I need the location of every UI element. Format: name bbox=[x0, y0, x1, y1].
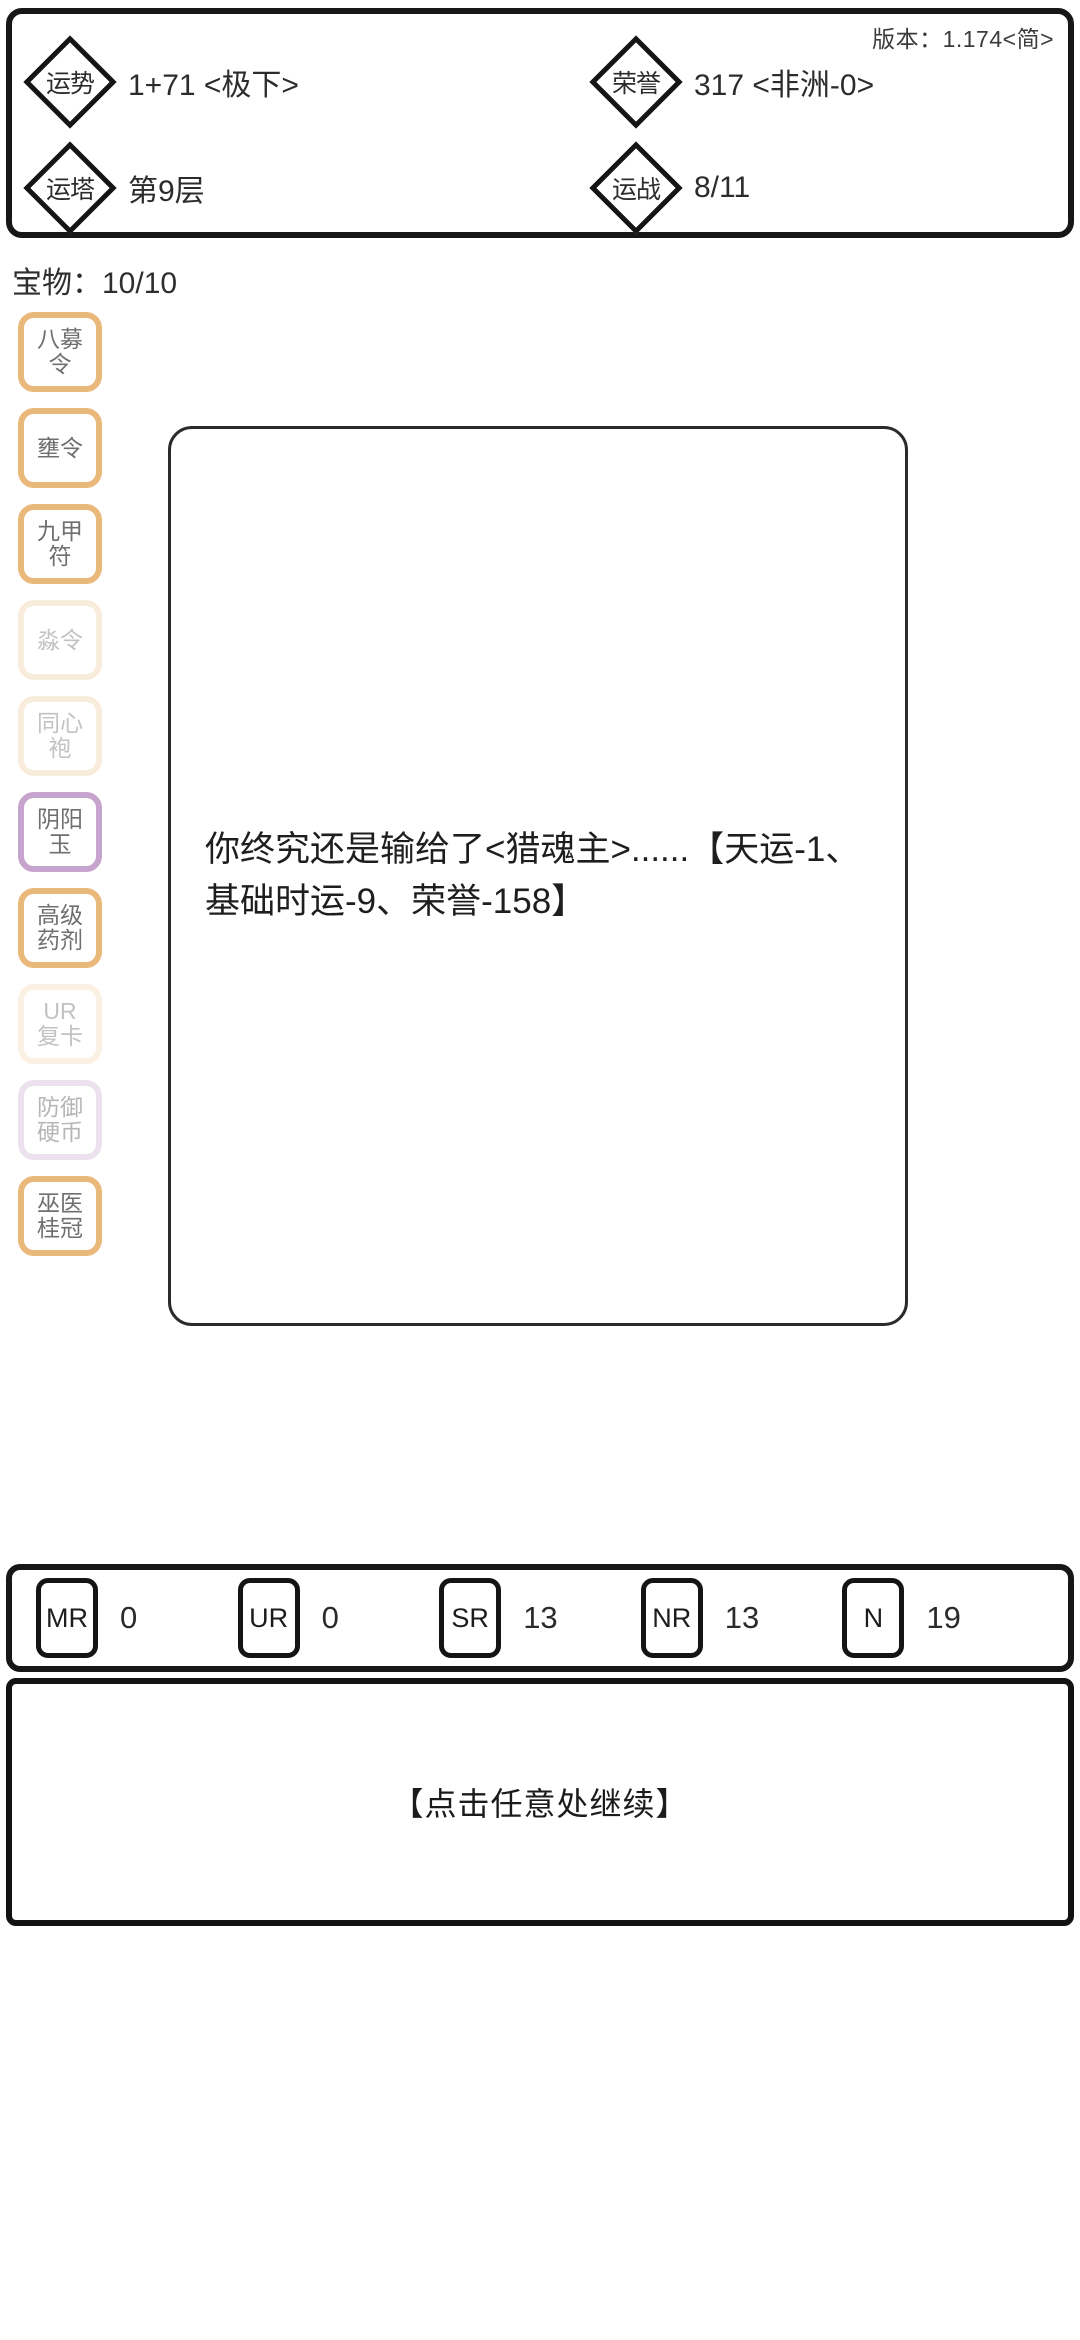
relic-label-line2: 复卡 bbox=[37, 1023, 83, 1049]
relic-slot[interactable]: 阴阳 玉 bbox=[18, 792, 102, 872]
rarity-cell-ur[interactable]: UR 0 bbox=[237, 1578, 440, 1658]
stat-fortune[interactable]: 运势 1+71 <极下> bbox=[23, 35, 299, 129]
relic-slot[interactable]: UR 复卡 bbox=[18, 984, 102, 1064]
relic-label-line1: 巫医 bbox=[37, 1190, 83, 1217]
rarity-count-ur: 0 bbox=[321, 1600, 339, 1635]
relic-label-line1: 高级 bbox=[37, 902, 83, 929]
continue-prompt-panel[interactable]: 【点击任意处继续】 bbox=[6, 1678, 1074, 1926]
diamond-icon: 运塔 bbox=[23, 141, 117, 235]
rarity-chip-mr: MR bbox=[36, 1578, 98, 1658]
relic-label-line1: 阴阳 bbox=[37, 806, 83, 833]
relic-slot[interactable]: 壅令 bbox=[18, 408, 102, 488]
rarity-counter-bar: MR 0 UR 0 SR 13 NR 13 N 19 bbox=[6, 1564, 1074, 1672]
rarity-chip-n: N bbox=[842, 1578, 905, 1658]
treasure-count-label: 宝物：10/10 bbox=[12, 267, 178, 300]
diamond-icon: 荣誉 bbox=[589, 35, 683, 129]
stat-honor-value: 317 <非洲-0> bbox=[694, 69, 875, 102]
continue-prompt-text: 【点击任意处继续】 bbox=[391, 1786, 689, 1822]
story-text: 你终究还是输给了<猎魂主>......【天运-1、基础时运-9、荣誉-158】 bbox=[205, 829, 861, 922]
stat-fortune-label: 运势 bbox=[45, 70, 95, 98]
relic-slot[interactable]: 高级 药剂 bbox=[18, 888, 102, 968]
relic-label-line1: UR bbox=[43, 998, 77, 1025]
rarity-count-mr: 0 bbox=[120, 1600, 138, 1635]
stat-honor[interactable]: 荣誉 317 <非洲-0> bbox=[589, 35, 875, 129]
relic-slot[interactable]: 同心 袍 bbox=[18, 696, 102, 776]
relic-label-line2: 硬币 bbox=[37, 1119, 83, 1145]
rarity-chip-ur: UR bbox=[237, 1578, 300, 1658]
rarity-chip-sr: SR bbox=[439, 1578, 502, 1658]
relic-label-line1: 壅令 bbox=[37, 434, 83, 461]
diamond-icon: 运战 bbox=[589, 141, 683, 235]
rarity-count-n: 19 bbox=[926, 1600, 961, 1635]
relic-label-line2: 令 bbox=[48, 351, 72, 377]
relic-label-line1: 八募 bbox=[37, 326, 83, 353]
relic-slot[interactable]: 防御 硬币 bbox=[18, 1080, 102, 1160]
stat-fortune-tower-value: 第9层 bbox=[128, 175, 205, 208]
relic-slot[interactable]: 淼令 bbox=[18, 600, 102, 680]
status-header-panel: 版本：1.174<简> 运势 1+71 <极下> 荣誉 317 <非洲-0> 运… bbox=[6, 8, 1074, 238]
rarity-chip-nr: NR bbox=[640, 1578, 703, 1658]
story-panel[interactable]: 你终究还是输给了<猎魂主>......【天运-1、基础时运-9、荣誉-158】 bbox=[168, 426, 908, 1326]
relic-sidebar: 八募 令 壅令 九甲 符 淼令 同心 袍 阴阳 玉 高级 药剂 UR 复卡 防御… bbox=[18, 312, 102, 1256]
diamond-icon: 运势 bbox=[23, 35, 117, 129]
rarity-cell-nr[interactable]: NR 13 bbox=[640, 1578, 843, 1658]
stat-fortune-battle[interactable]: 运战 8/11 bbox=[589, 141, 751, 235]
stat-honor-label: 荣誉 bbox=[611, 70, 661, 98]
relic-label-line2: 桂冠 bbox=[37, 1215, 83, 1241]
relic-label-line1: 同心 bbox=[37, 710, 83, 737]
relic-slot[interactable]: 九甲 符 bbox=[18, 504, 102, 584]
rarity-cell-n[interactable]: N 19 bbox=[842, 1578, 1044, 1658]
relic-label-line1: 淼令 bbox=[37, 626, 83, 653]
game-screen: 版本：1.174<简> 运势 1+71 <极下> 荣誉 317 <非洲-0> 运… bbox=[0, 0, 1080, 2340]
relic-label-line1: 九甲 bbox=[37, 518, 83, 545]
relic-label-line2: 符 bbox=[48, 543, 72, 569]
relic-slot[interactable]: 八募 令 bbox=[18, 312, 102, 392]
stat-fortune-tower[interactable]: 运塔 第9层 bbox=[23, 141, 205, 235]
relic-label-line2: 袍 bbox=[48, 735, 72, 761]
stat-fortune-tower-label: 运塔 bbox=[45, 176, 95, 204]
rarity-count-sr: 13 bbox=[523, 1600, 558, 1635]
rarity-cell-mr[interactable]: MR 0 bbox=[36, 1578, 238, 1658]
relic-slot[interactable]: 巫医 桂冠 bbox=[18, 1176, 102, 1256]
version-label: 版本：1.174<简> bbox=[872, 26, 1054, 52]
stat-fortune-battle-label: 运战 bbox=[611, 176, 661, 204]
relic-label-line2: 药剂 bbox=[37, 927, 83, 953]
rarity-cell-sr[interactable]: SR 13 bbox=[439, 1578, 641, 1658]
relic-label-line2: 玉 bbox=[48, 831, 72, 857]
stat-fortune-value: 1+71 <极下> bbox=[128, 69, 299, 102]
relic-label-line1: 防御 bbox=[37, 1094, 83, 1121]
rarity-count-nr: 13 bbox=[724, 1600, 760, 1635]
stat-fortune-battle-value: 8/11 bbox=[694, 171, 751, 204]
